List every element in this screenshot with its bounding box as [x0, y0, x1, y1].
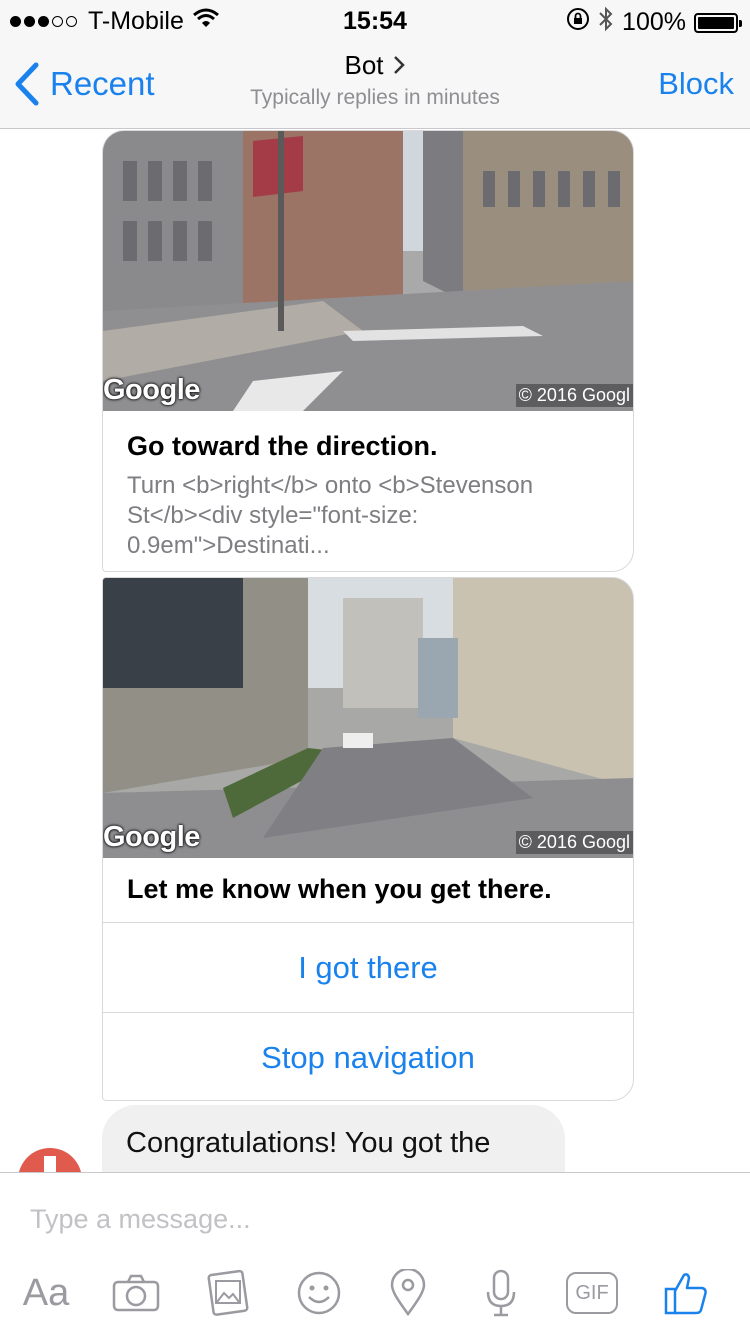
camera-icon[interactable] — [106, 1265, 166, 1321]
message-list[interactable]: Google © 2016 Googl Go toward the direct… — [0, 130, 750, 1172]
direction-card[interactable]: Google © 2016 Googl Go toward the direct… — [102, 130, 634, 572]
card-title: Let me know when you get there. — [127, 874, 552, 904]
street-view-image[interactable]: Google © 2016 Googl — [103, 578, 633, 858]
composer-toolbar: Aa GIF — [0, 1265, 750, 1325]
google-logo: Google — [103, 821, 200, 853]
text-format-button[interactable]: Aa — [16, 1265, 76, 1321]
thumbs-up-icon[interactable] — [656, 1265, 716, 1321]
card-title: Go toward the direction. — [127, 431, 438, 461]
message-bubble[interactable]: Congratulations! You got the destination… — [102, 1105, 565, 1172]
battery-icon — [694, 12, 742, 33]
image-copyright: © 2016 Googl — [515, 831, 633, 854]
bluetooth-icon — [598, 6, 614, 39]
street-view-image[interactable]: Google © 2016 Googl — [103, 131, 633, 411]
location-icon[interactable] — [378, 1265, 438, 1321]
status-right: 100% — [558, 6, 742, 39]
card-subtitle: Turn <b>right</b> onto <b>Stevenson St</… — [127, 472, 534, 559]
response-time-note: Typically replies in minutes — [250, 86, 500, 109]
message-input[interactable] — [30, 1199, 630, 1239]
contact-name-label: Bot — [344, 50, 384, 80]
contact-name[interactable]: Bot — [0, 50, 750, 83]
gif-icon[interactable]: GIF — [562, 1265, 622, 1321]
status-bar: T-Mobile 15:54 100% — [0, 0, 750, 40]
block-button[interactable]: Block — [658, 66, 734, 102]
arrival-card[interactable]: Google © 2016 Googl Let me know when you… — [102, 577, 634, 1101]
cross-icon — [44, 1156, 56, 1172]
microphone-icon[interactable] — [471, 1265, 531, 1321]
stop-navigation-button[interactable]: Stop navigation — [103, 1012, 633, 1100]
google-logo: Google — [103, 374, 200, 406]
emoji-icon[interactable] — [289, 1265, 349, 1321]
chevron-right-icon — [392, 52, 406, 83]
battery-percent: 100% — [622, 8, 686, 36]
image-copyright: © 2016 Googl — [515, 384, 633, 407]
bot-avatar[interactable] — [18, 1148, 82, 1172]
message-composer: Aa — [0, 1172, 750, 1334]
i-got-there-button[interactable]: I got there — [103, 922, 633, 1012]
card-body: Go toward the direction. Turn <b>right</… — [103, 411, 633, 571]
conversation-header: Recent Bot Typically replies in minutes … — [0, 40, 750, 129]
photo-icon[interactable] — [197, 1265, 257, 1321]
card-body: Let me know when you get there. — [103, 858, 633, 922]
rotation-lock-icon — [566, 7, 590, 38]
gif-label: GIF — [566, 1272, 618, 1314]
